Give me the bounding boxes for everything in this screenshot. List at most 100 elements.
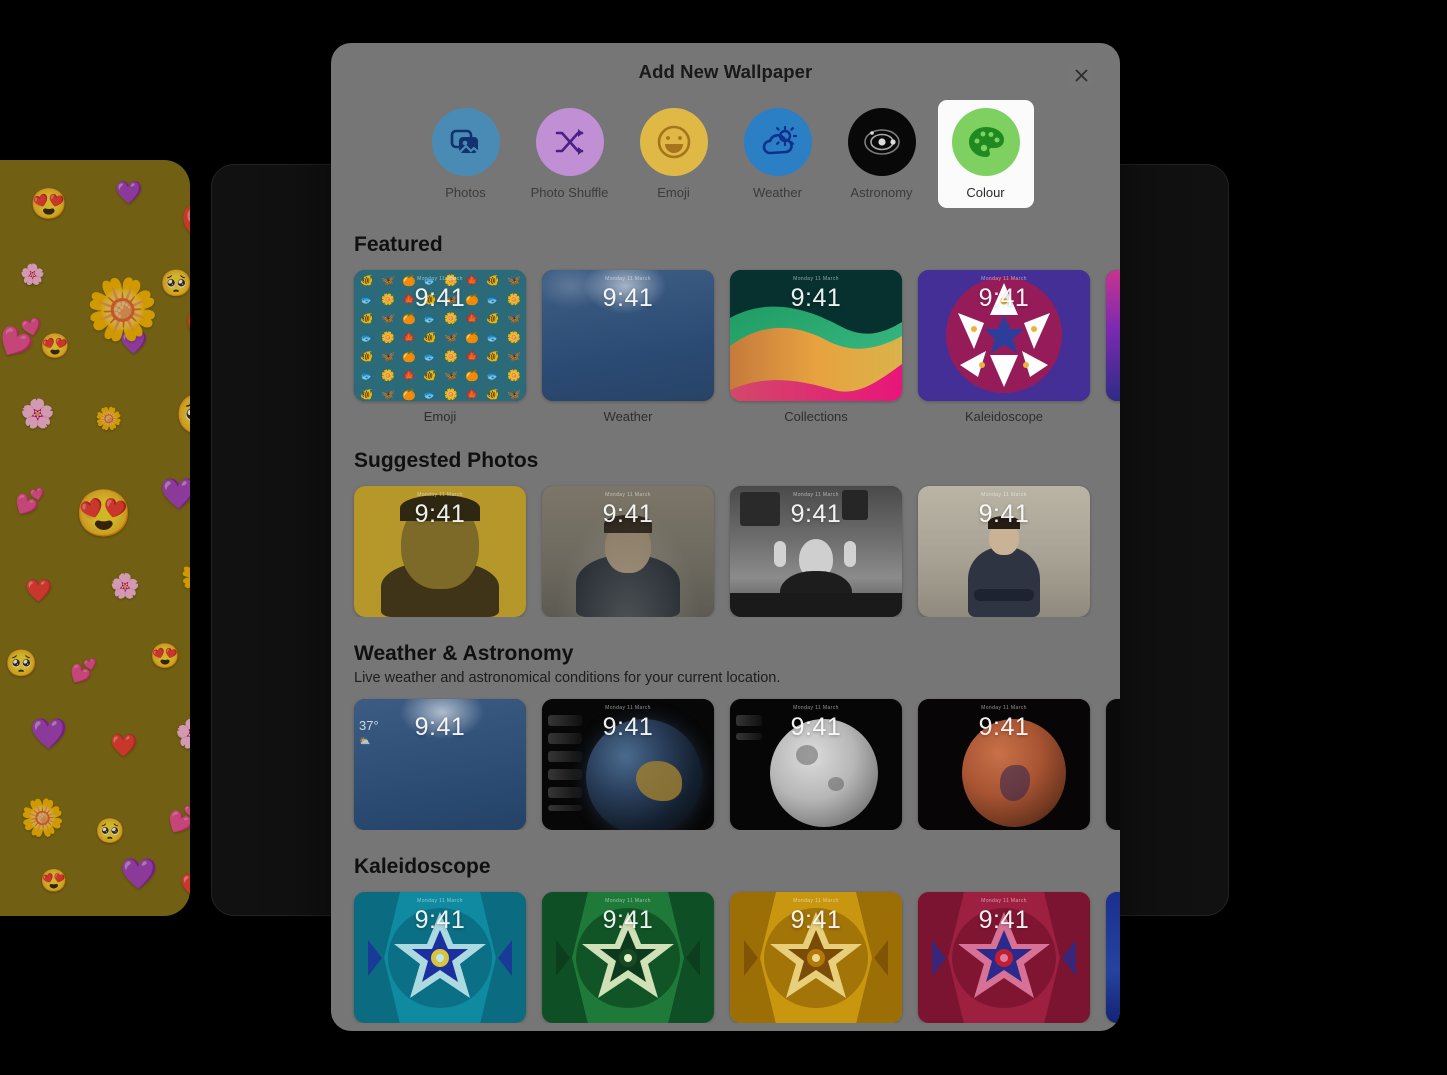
svg-text:🌼: 🌼 [507, 331, 521, 344]
wallpaper-item: Monday 11 March 9:41 [730, 486, 902, 617]
wallpaper-thumbnail[interactable]: Monday 11 March 9:41 [542, 699, 714, 830]
close-button[interactable] [1067, 61, 1095, 89]
wallpaper-item: Monday 11 March 9:41 [730, 892, 902, 1023]
lockscreen-clock: 9:41 [602, 284, 654, 312]
orbit-icon [847, 108, 916, 176]
wallpaper-thumbnail[interactable] [1106, 699, 1120, 830]
svg-text:🐟: 🐟 [486, 332, 500, 344]
photos-icon [431, 108, 500, 176]
wallpaper-item: Monday 11 March 9:41 [918, 486, 1090, 617]
svg-text:🍁: 🍁 [402, 331, 416, 344]
wallpaper-category-row: Photos Photo Shuffle Emoji Weather Astronomy… [331, 100, 1120, 208]
wallpaper-thumbnail[interactable]: Monday 11 March 9:41 [542, 486, 714, 617]
svg-text:🌼: 🌼 [444, 312, 458, 325]
section-featured: Featured 🐠 🦋 🍊 🐟 🌼 🍁 🐠 🦋 🐟 🌼 🍁 🐠 🦋 🍊 🐟 🌼 🐠 🦋 🍊 🐟 🌼 🍁 🐠 🦋 🐟 🌼 🍁 🐠 🦋 🍊 🐟 🌼… [331, 233, 1120, 424]
wallpaper-item [1106, 699, 1120, 830]
wallpaper-thumbnail[interactable]: Monday 11 March 9:41 [730, 892, 902, 1023]
svg-text:🐟: 🐟 [423, 389, 437, 401]
wallpaper-item: Monday 11 March 9:41 [542, 699, 714, 830]
section-subtitle: Live weather and astronomical conditions… [354, 670, 781, 686]
wallpaper-thumbnail[interactable] [1106, 270, 1120, 401]
svg-text:🐠: 🐠 [423, 370, 437, 382]
wallpaper-strip[interactable]: 🐠 🦋 🍊 🐟 🌼 🍁 🐠 🦋 🐟 🌼 🍁 🐠 🦋 🍊 🐟 🌼 🐠 🦋 🍊 🐟 🌼 🍁 🐠 🦋 🐟 🌼 🍁 🐠 🦋 🍊 🐟 🌼 🐠 🦋 🍊 🐟 🌼 🍁 🐠 🦋… [331, 257, 1120, 424]
svg-text:🐟: 🐟 [486, 370, 500, 382]
svg-text:🦋: 🦋 [381, 351, 395, 363]
wallpaper-thumbnail-kaleidoscope[interactable]: Monday 11 March 9:41 [918, 270, 1090, 401]
svg-text:🐠: 🐠 [360, 389, 374, 401]
wallpaper-item: 37° ⛅ 9:41 [354, 699, 526, 830]
wallpaper-thumbnail[interactable]: Monday 11 March 9:41 [918, 699, 1090, 830]
svg-text:🐠: 🐠 [486, 389, 500, 401]
wallpaper-thumbnail[interactable]: Monday 11 March 9:41 [730, 699, 902, 830]
wallpaper-thumbnail[interactable]: 37° ⛅ 9:41 [354, 699, 526, 830]
wallpaper-thumbnail[interactable]: Monday 11 March 9:41 [354, 486, 526, 617]
svg-text:🐠: 🐠 [360, 351, 374, 363]
wallpaper-category-astronomy[interactable]: Astronomy [834, 100, 930, 208]
wallpaper-thumbnail[interactable]: Monday 11 March 9:41 [918, 486, 1090, 617]
svg-text:🌼: 🌼 [381, 369, 395, 382]
wallpaper-category-emoji[interactable]: Emoji [626, 100, 722, 208]
wallpaper-thumbnail[interactable]: Monday 11 March 9:41 [354, 892, 526, 1023]
wallpaper-item: Monday 11 March 9:41 [918, 892, 1090, 1023]
section-title: Kaleidoscope [354, 855, 491, 878]
svg-text:🦋: 🦋 [444, 370, 458, 382]
svg-text:🌼: 🌼 [444, 350, 458, 363]
lockscreen-date: Monday 11 March [981, 492, 1027, 498]
wallpaper-thumbnail[interactable]: Monday 11 March 9:41 [542, 892, 714, 1023]
section-suggested-photos: Suggested Photos Monday 11 March 9:41 Monda… [331, 449, 1120, 617]
wallpaper-category-photos[interactable]: Photos [418, 100, 514, 208]
wallpaper-label: Emoji [423, 409, 457, 424]
wallpaper-thumbnail-emoji[interactable]: 🐠 🦋 🍊 🐟 🌼 🍁 🐠 🦋 🐟 🌼 🍁 🐠 🦋 🍊 🐟 🌼 🐠 🦋 🍊 🐟 🌼 🍁 🐠 🦋 🐟 🌼 🍁 🐠 🦋 🍊 🐟 🌼 🐠 🦋 🍊 🐟 🌼 🍁 🐠 🦋… [354, 270, 526, 401]
lockscreen-date: Monday 11 March [605, 276, 651, 282]
svg-text:🌼: 🌼 [444, 388, 458, 401]
svg-text:🍁: 🍁 [465, 312, 479, 325]
svg-text:🐠: 🐠 [486, 313, 500, 325]
category-label: Astronomy [850, 185, 913, 200]
svg-text:🍊: 🍊 [465, 369, 480, 382]
wallpaper-item [1106, 892, 1120, 1023]
add-new-wallpaper-dialog: Add New Wallpaper Photos Photo Shuffle Emo… [331, 43, 1120, 1031]
wallpaper-category-photo-shuffle[interactable]: Photo Shuffle [522, 100, 618, 208]
lockscreen-date: Monday 11 March [417, 492, 463, 498]
lockscreen-date: Monday 11 March [793, 898, 839, 904]
category-label: Weather [753, 185, 802, 200]
wallpaper-item: Monday 11 March 9:41 [354, 486, 526, 617]
lockscreen-date: Monday 11 March [605, 898, 651, 904]
svg-text:🦋: 🦋 [507, 389, 521, 401]
svg-text:🦋: 🦋 [381, 313, 395, 325]
wallpaper-item [1106, 270, 1120, 424]
svg-text:🌼: 🌼 [507, 369, 521, 382]
wallpaper-label: Collections [784, 409, 848, 424]
wallpaper-category-weather[interactable]: Weather [730, 100, 826, 208]
section-title: Weather & Astronomy [354, 642, 574, 665]
wallpaper-thumbnail[interactable]: Monday 11 March 9:41 [918, 892, 1090, 1023]
svg-text:🐟: 🐟 [423, 351, 437, 363]
section-title: Featured [354, 233, 443, 256]
wallpaper-thumbnail-weather[interactable]: Monday 11 March 9:41 [542, 270, 714, 401]
svg-text:🐟: 🐟 [423, 313, 437, 325]
category-label: Colour [966, 185, 1005, 200]
wallpaper-item: Monday 11 March 9:41 Weather [542, 270, 714, 424]
wallpaper-item: Monday 11 March 9:41 [354, 892, 526, 1023]
wallpaper-item: Monday 11 March 9:41 Collections [730, 270, 902, 424]
svg-text:🦋: 🦋 [444, 332, 458, 344]
wallpaper-strip[interactable]: 37° ⛅ 9:41 Monday 11 March 9:41 Monday 11 Mar… [331, 686, 1120, 830]
wallpaper-thumbnail-collections[interactable]: Monday 11 March 9:41 [730, 270, 902, 401]
lockscreen-date: Monday 11 March [605, 492, 651, 498]
wallpaper-strip[interactable]: Monday 11 March 9:41 Monday 11 March 9:41 Mo… [331, 473, 1120, 617]
wallpaper-dim-overlay [0, 160, 190, 916]
wallpaper-label: Kaleidoscope [964, 409, 1044, 424]
svg-text:🐠: 🐠 [360, 313, 374, 325]
lockscreen-clock: 9:41 [978, 713, 1030, 741]
wallpaper-thumbnail[interactable] [1106, 892, 1120, 1023]
category-label: Photos [445, 185, 486, 200]
wallpaper-category-colour[interactable]: Colour [937, 100, 1034, 208]
wallpaper-thumbnail[interactable]: Monday 11 March 9:41 [730, 486, 902, 617]
lockscreen-date: Monday 11 March [981, 276, 1027, 282]
wallpaper-item: 🐠 🦋 🍊 🐟 🌼 🍁 🐠 🦋 🐟 🌼 🍁 🐠 🦋 🍊 🐟 🌼 🐠 🦋 🍊 🐟 🌼 🍁 🐠 🦋 🐟 🌼 🍁 🐠 🦋 🍊 🐟 🌼 🐠 🦋 🍊 🐟 🌼 🍁 🐠 🦋… [354, 270, 526, 424]
lockscreen-date: Monday 11 March [981, 898, 1027, 904]
svg-text:🐠: 🐠 [423, 332, 437, 344]
lockscreen-clock: 9:41 [602, 500, 654, 528]
wallpaper-strip[interactable]: Monday 11 March 9:41 Monday 11 March 9:41 Mo… [331, 879, 1120, 1023]
wallpaper-item: Monday 11 March 9:41 [730, 699, 902, 830]
